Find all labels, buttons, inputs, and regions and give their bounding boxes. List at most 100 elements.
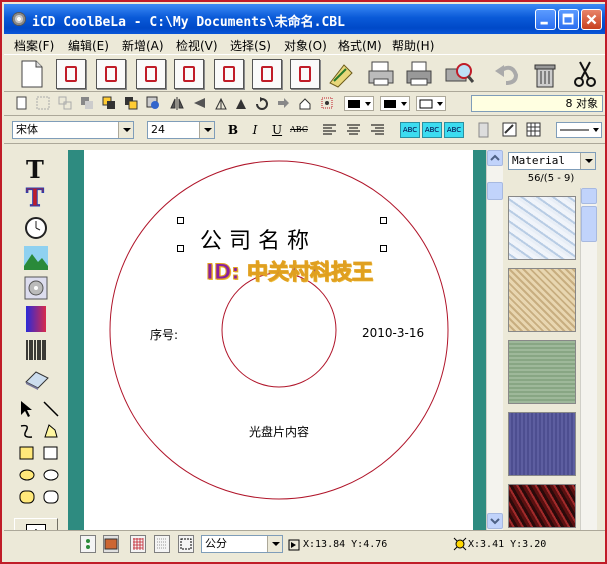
date-text[interactable]: 2010-3-16 — [362, 326, 424, 340]
status-dots-button[interactable] — [154, 535, 170, 553]
rotate-left-button[interactable] — [214, 96, 229, 111]
chevron-down-icon[interactable] — [267, 536, 282, 552]
status-grid-button[interactable] — [130, 535, 146, 553]
new-object-button[interactable] — [14, 96, 29, 111]
text-tool[interactable]: T — [24, 155, 48, 184]
menu-help[interactable]: 帮助(H) — [392, 37, 434, 54]
selection-handle[interactable] — [177, 217, 184, 224]
disc-title-text[interactable]: 公 司 名 称 — [200, 223, 309, 255]
group-button[interactable] — [36, 96, 51, 111]
chevron-down-icon[interactable] — [118, 122, 133, 138]
backward-button[interactable] — [146, 96, 161, 111]
arrow-tool-button[interactable] — [276, 96, 291, 111]
text-effect-button-1[interactable]: ABC — [400, 122, 420, 138]
chevron-down-icon[interactable] — [199, 122, 214, 138]
cd-disc-outline[interactable] — [84, 150, 473, 530]
close-button[interactable] — [581, 9, 602, 30]
line-color-dropdown[interactable] — [344, 96, 374, 111]
delete-button[interactable] — [530, 59, 560, 89]
forward-button[interactable] — [124, 96, 139, 111]
font-size-select[interactable]: 24 — [147, 121, 215, 139]
selection-handle[interactable] — [380, 217, 387, 224]
image-tool[interactable] — [24, 246, 48, 273]
undo-button[interactable] — [492, 59, 522, 89]
menu-object[interactable]: 对象(O) — [284, 37, 327, 54]
text-effect-button-2[interactable]: ABC — [422, 122, 442, 138]
unit-select[interactable]: 公分 — [201, 535, 283, 553]
zip-label-button[interactable] — [290, 59, 320, 89]
print-button[interactable] — [404, 59, 434, 89]
strikethrough-button[interactable]: ABC — [290, 122, 308, 138]
ungroup-button[interactable] — [58, 96, 73, 111]
align-left-button[interactable] — [322, 123, 337, 138]
shadow-dropdown[interactable] — [416, 96, 446, 111]
material-swatch-4[interactable] — [508, 412, 576, 476]
material-scroll-thumb[interactable] — [581, 206, 597, 242]
bring-front-button[interactable] — [80, 96, 95, 111]
rounded-rect-outline-tool[interactable] — [42, 488, 60, 509]
menu-file[interactable]: 档案(F) — [14, 37, 54, 54]
material-swatch-1[interactable] — [508, 196, 576, 260]
home-button[interactable] — [298, 96, 313, 111]
menu-format[interactable]: 格式(M) — [338, 37, 382, 54]
rounded-rect-tool[interactable] — [18, 488, 36, 509]
fill-color-dropdown[interactable] — [380, 96, 410, 111]
content-text[interactable]: 光盘片内容 — [249, 423, 309, 440]
status-frame-button[interactable] — [178, 535, 194, 553]
layer-tool[interactable] — [24, 368, 50, 393]
table-button[interactable] — [526, 122, 541, 137]
font-name-select[interactable]: 宋体 — [12, 121, 134, 139]
material-swatch-2[interactable] — [508, 268, 576, 332]
italic-button[interactable]: I — [246, 122, 264, 138]
status-image-button[interactable] — [103, 535, 119, 553]
clock-tool[interactable] — [24, 216, 48, 243]
menu-edit[interactable]: 编辑(E) — [68, 37, 109, 54]
wizard-button[interactable] — [326, 59, 356, 89]
material-scrollbar[interactable] — [580, 188, 597, 530]
underline-button[interactable]: U — [268, 122, 286, 138]
menu-insert[interactable]: 新增(A) — [122, 37, 164, 54]
select-tool[interactable] — [18, 400, 36, 421]
material-scroll-up[interactable] — [581, 188, 597, 204]
selection-handle[interactable] — [380, 245, 387, 252]
scroll-thumb[interactable] — [487, 182, 503, 200]
cut-button[interactable] — [570, 59, 600, 89]
bold-button[interactable]: B — [224, 122, 242, 138]
line-tool[interactable] — [42, 400, 60, 421]
rectangle-tool[interactable] — [18, 444, 36, 465]
line-style-dropdown[interactable] — [556, 122, 602, 138]
freehand-tool[interactable] — [18, 422, 36, 443]
selection-handle[interactable] — [177, 245, 184, 252]
menu-select[interactable]: 选择(S) — [230, 37, 271, 54]
send-back-button[interactable] — [102, 96, 117, 111]
chevron-down-icon[interactable] — [580, 153, 595, 169]
disc-label-button[interactable] — [56, 59, 86, 89]
cd-front-cover-button[interactable] — [96, 59, 126, 89]
text-effect-button-3[interactable]: ABC — [444, 122, 464, 138]
label-paper[interactable]: 公 司 名 称 ID: 中关村科技王 序号: 2010-3-16 光盘片内容 — [84, 150, 473, 530]
serial-label[interactable]: 序号: — [150, 326, 178, 343]
curved-text-tool[interactable]: T — [24, 183, 48, 213]
status-layer-button[interactable] — [80, 535, 96, 553]
scan-tool[interactable] — [24, 276, 48, 303]
minimize-button[interactable] — [535, 9, 556, 30]
polygon-tool[interactable] — [42, 422, 60, 443]
maximize-button[interactable] — [558, 9, 579, 30]
rectangle-outline-tool[interactable] — [42, 444, 60, 465]
title-bar[interactable]: iCD CoolBeLa - C:\My Documents\未命名.CBL — [4, 4, 605, 34]
grid-button[interactable] — [320, 96, 335, 111]
menu-view[interactable]: 检视(V) — [176, 37, 218, 54]
gradient-tool[interactable] — [24, 306, 48, 335]
text-box-button[interactable] — [476, 122, 491, 138]
rotate-free-button[interactable] — [254, 96, 269, 111]
barcode-tool[interactable] — [24, 338, 48, 365]
align-center-button[interactable] — [346, 123, 361, 138]
scroll-up-button[interactable] — [487, 150, 503, 166]
canvas-scrollbar[interactable] — [486, 150, 503, 530]
ellipse-outline-tool[interactable] — [42, 466, 60, 487]
flip-horizontal-button[interactable] — [170, 96, 185, 111]
rotate-right-button[interactable] — [234, 96, 249, 111]
ellipse-tool[interactable] — [18, 466, 36, 487]
scroll-down-button[interactable] — [487, 513, 503, 529]
align-right-button[interactable] — [370, 123, 385, 138]
